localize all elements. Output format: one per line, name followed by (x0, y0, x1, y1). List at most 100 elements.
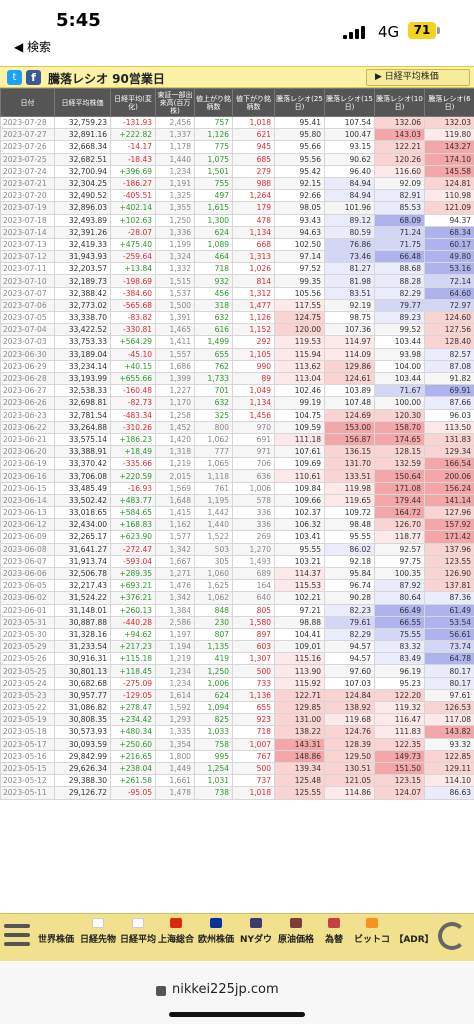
table-cell: 122.20 (374, 688, 425, 703)
table-cell: 1,800 (155, 749, 195, 763)
nav-item[interactable]: 原油価格 (276, 918, 316, 958)
table-cell: -131.93 (110, 115, 156, 130)
table-cell: 98.05 (274, 201, 325, 215)
table-cell: -82.73 (110, 396, 156, 410)
twitter-icon[interactable]: t (7, 70, 22, 85)
column-header: 東証一部出来高(百万株) (155, 88, 195, 117)
table-cell: 1,337 (155, 128, 195, 142)
table-cell: 2023-06-21 (0, 432, 55, 447)
table-cell: 64.78 (424, 652, 474, 666)
table-cell: 1,415 (155, 505, 195, 520)
table-cell: 31,913.74 (54, 554, 111, 568)
table-cell: 171.08 (374, 481, 425, 495)
nav-item[interactable]: ビットコ (352, 918, 392, 958)
table-cell: -18.43 (110, 152, 156, 166)
table-cell: 2,015 (155, 469, 195, 483)
menu-icon[interactable] (4, 924, 30, 946)
table-cell: 1,031 (194, 774, 233, 788)
nav-item[interactable]: NYダウ (236, 918, 276, 958)
table-cell: 1,094 (194, 700, 233, 715)
table-cell: 767 (232, 749, 275, 763)
url-text[interactable]: nikkei225jp.com (172, 982, 279, 997)
table-cell: 32,391.26 (54, 225, 111, 239)
table-cell: 97.14 (274, 250, 325, 264)
table-cell: 131.83 (424, 432, 474, 447)
table-cell: 777 (194, 445, 233, 459)
table-cell: 640 (232, 591, 275, 605)
table-cell: 1,580 (232, 615, 275, 629)
table-cell: 1,234 (155, 664, 195, 678)
table-cell: 61.49 (424, 603, 474, 617)
table-cell: 923 (232, 713, 275, 727)
nav-item-label: 世界株価 (37, 935, 74, 945)
table-cell: 33,706.08 (54, 469, 111, 483)
table-cell: 92.66 (274, 189, 325, 203)
table-cell: 113.04 (274, 371, 325, 386)
table-cell: 107.48 (324, 396, 375, 410)
table-cell: 88.68 (374, 262, 425, 276)
table-cell: 318 (194, 298, 233, 313)
table-cell: 91.82 (424, 371, 474, 386)
nav-item[interactable]: 上海総合 (156, 918, 196, 958)
table-cell: 95.41 (274, 115, 325, 130)
nikkei-average-link-button[interactable]: ▶ 日経平均株価 (366, 69, 470, 86)
table-cell: 32,217.43 (54, 579, 111, 593)
table-cell: 153.00 (324, 420, 375, 434)
table-cell: +289.35 (110, 566, 156, 581)
column-header: 日付 (0, 88, 55, 117)
table-cell: 2023-06-27 (0, 384, 55, 398)
table-cell: 1,065 (194, 457, 233, 471)
table-cell: 2023-05-24 (0, 676, 55, 690)
nav-item[interactable]: 世界株価 (36, 918, 76, 958)
table-cell: 758 (194, 737, 233, 751)
nav-item[interactable]: 【ADR】 (394, 918, 434, 958)
column-header: 値上がり銘柄数 (194, 88, 233, 117)
table-cell: -160.48 (110, 384, 156, 398)
table-cell: 2023-05-15 (0, 761, 55, 776)
table-cell: 94.37 (424, 213, 474, 227)
nav-item[interactable]: 為替 (314, 918, 354, 958)
table-cell: 128.15 (374, 445, 425, 459)
table-row: 2023-07-24 32,700.94 +396.69 1,234 1,501 279 9… (0, 164, 474, 178)
table-cell: 92.09 (374, 176, 425, 191)
back-to-search-link[interactable]: ◀ 検索 (14, 38, 51, 55)
table-cell: 762 (194, 359, 233, 373)
table-cell: 2023-07-20 (0, 189, 55, 203)
table-cell: 1,062 (194, 432, 233, 447)
table-cell: 2023-05-12 (0, 774, 55, 788)
table-cell: 120.26 (374, 152, 425, 166)
table-cell: 1,170 (155, 396, 195, 410)
table-cell: 115.92 (274, 676, 325, 690)
table-cell: 2023-06-05 (0, 579, 55, 593)
table-cell: 2023-05-17 (0, 737, 55, 751)
nav-item-label: NYダウ (239, 935, 273, 945)
table-cell: 2023-06-29 (0, 359, 55, 373)
table-row: 2023-07-12 31,943.93 -259.64 1,324 464 1,313 9… (0, 250, 474, 264)
table-cell: 32,434.00 (54, 518, 111, 532)
table-cell: +376.21 (110, 591, 156, 605)
table-cell: 2023-06-22 (0, 420, 55, 434)
table-cell: 2023-05-16 (0, 749, 55, 763)
nav-item[interactable]: 日経先物 (78, 918, 118, 958)
table-cell: 1,197 (155, 627, 195, 642)
table-cell: -198.69 (110, 274, 156, 288)
table-cell: 139.34 (274, 761, 325, 776)
table-cell: 102.50 (274, 237, 325, 252)
table-cell: 32,773.02 (54, 298, 111, 313)
table-cell: 706 (232, 457, 275, 471)
table-cell: 103.44 (374, 371, 425, 386)
reload-icon[interactable] (438, 922, 466, 950)
facebook-icon[interactable]: f (26, 70, 41, 85)
table-row: 2023-05-31 30,887.88 -440.28 2,586 230 1,580 9… (0, 615, 474, 629)
table-cell: 97.61 (424, 688, 474, 703)
table-cell: 1,264 (232, 189, 275, 203)
table-cell: 143.31 (274, 737, 325, 751)
table-cell: -259.64 (110, 250, 156, 264)
table-cell: 124.61 (324, 371, 375, 386)
table-cell: 123.15 (374, 774, 425, 788)
nav-item[interactable]: 欧州株価 (196, 918, 236, 958)
table-cell: 133.51 (324, 469, 375, 483)
table-cell: +234.42 (110, 713, 156, 727)
eu-flag-icon (210, 918, 222, 928)
nav-item[interactable]: 日経平均 (118, 918, 158, 958)
